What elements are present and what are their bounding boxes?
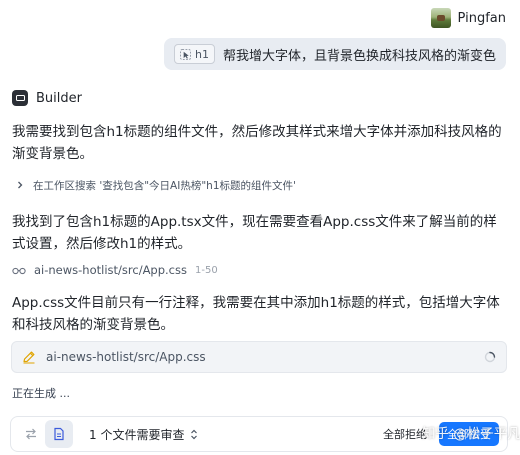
- assistant-name: Builder: [36, 90, 82, 106]
- search-step-text: 在工作区搜索 '查找包含"今日AI热榜"h1标题的组件文件': [33, 179, 296, 192]
- chat-panel: Pingfan h1 帮我增大字体，且背景色换成科技风格的渐变色 Builder…: [0, 0, 520, 455]
- element-reference-chip[interactable]: h1: [174, 44, 215, 64]
- review-bar: 1 个文件需要审查 全部拒绝 全部接受: [10, 416, 508, 452]
- review-files-selector[interactable]: 1 个文件需要审查: [89, 426, 198, 443]
- reject-all-button[interactable]: 全部拒绝: [383, 426, 427, 442]
- assistant-header: Builder: [12, 89, 82, 107]
- chip-label: h1: [195, 47, 209, 61]
- generating-status: 正在生成 ...: [12, 387, 70, 400]
- assistant-paragraph-3: App.css文件目前只有一行注释，我需要在其中添加h1标题的样式，包括增大字体…: [12, 295, 500, 333]
- document-icon: [54, 427, 64, 441]
- read-file-lines: 1-50: [195, 264, 218, 276]
- user-message-bubble: h1 帮我增大字体，且背景色换成科技风格的渐变色: [164, 38, 506, 70]
- pen-icon: [23, 351, 35, 364]
- builder-icon: [12, 90, 28, 106]
- editing-file-card[interactable]: ai-news-hotlist/src/App.css: [11, 341, 507, 373]
- diff-view-button[interactable]: [17, 420, 45, 448]
- user-name: Pingfan: [457, 10, 506, 26]
- assistant-paragraph-1: 我需要找到包含h1标题的组件文件，然后修改其样式来增大字体并添加科技风格的渐变背…: [12, 124, 502, 162]
- chevron-right-icon: [18, 181, 23, 189]
- glasses-icon: [12, 267, 26, 274]
- accept-all-button[interactable]: 全部接受: [439, 422, 499, 446]
- diff-arrows-icon: [26, 428, 36, 440]
- review-files-label: 1 个文件需要审查: [89, 427, 185, 442]
- search-step[interactable]: 在工作区搜索 '查找包含"今日AI热榜"h1标题的组件文件': [16, 177, 296, 193]
- user-avatar: [430, 8, 451, 28]
- cursor-select-icon: [180, 48, 191, 60]
- editing-file-path: ai-news-hotlist/src/App.css: [46, 350, 206, 364]
- read-file-path: ai-news-hotlist/src/App.css: [34, 263, 187, 277]
- chevron-updown-icon: [191, 429, 198, 439]
- user-message-text: 帮我增大字体，且背景色换成科技风格的渐变色: [222, 48, 496, 64]
- spinner-icon: [484, 351, 496, 363]
- user-header: Pingfan: [430, 8, 506, 28]
- assistant-paragraph-2: 我找到了包含h1标题的App.tsx文件，现在需要查看App.css文件来了解当…: [12, 214, 497, 252]
- file-view-button[interactable]: [45, 420, 73, 448]
- read-file-step[interactable]: ai-news-hotlist/src/App.css 1-50: [12, 262, 218, 278]
